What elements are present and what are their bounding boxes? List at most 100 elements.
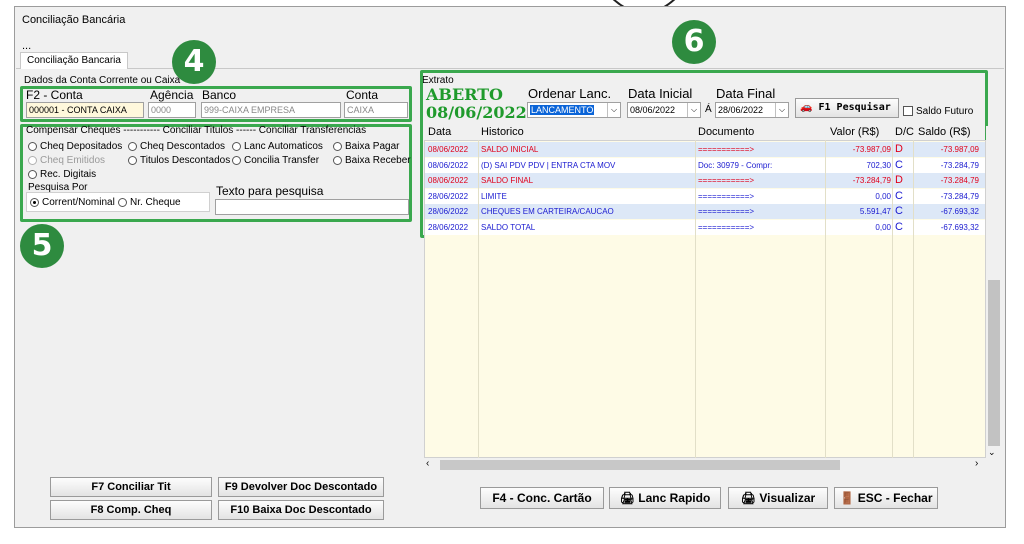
exit-door-icon: 🚪 [839,491,855,505]
cell-documento: ===========> [698,207,755,216]
chevron-down-icon[interactable]: ⌵ [687,103,700,117]
cell-dc: C [895,205,903,217]
radio-circle[interactable] [28,170,37,179]
col-dc[interactable]: D/C [895,126,914,138]
table-row[interactable]: 28/06/2022 LIMITE ===========> 0,00 C -73.284… [425,188,985,204]
lanc-rapido-button[interactable]: 🖨 Lanc Rapido [609,487,721,509]
radio-circle[interactable] [232,142,241,151]
texto-pesquisa-label: Texto para pesquisa [216,184,324,198]
radio-circle[interactable] [333,156,342,165]
tab-conciliacao[interactable]: Conciliação Bancaria [20,52,128,69]
cell-valor: 702,30 [866,160,891,170]
col-valor[interactable]: Valor (R$) [830,126,879,138]
radio-corrent-nominal[interactable]: Corrent/Nominal [30,197,115,208]
radio-circle[interactable] [118,198,127,207]
data-final-picker[interactable]: 28/06/2022 ⌵ [715,102,789,118]
radio-label: Rec. Digitais [40,169,97,180]
data-inicial-picker[interactable]: 08/06/2022 ⌵ [627,102,701,118]
visualizar-label: Visualizar [759,491,816,505]
table-row[interactable]: 08/06/2022 SALDO INICIAL ===========> -73.9… [425,142,985,157]
cell-saldo: -73.284,79 [940,160,979,170]
col-documento[interactable]: Documento [698,126,754,138]
fechar-label: ESC - Fechar [857,491,933,505]
menu-ellipsis[interactable]: ... [22,40,31,52]
cell-documento: ===========> [698,191,755,201]
col-divider [913,140,914,458]
cell-data: 28/06/2022 [428,222,469,232]
col-data[interactable]: Data [428,126,451,138]
cell-saldo: -73.987,09 [940,145,979,154]
saldo-futuro-checkbox[interactable] [903,106,913,116]
cell-data: 08/06/2022 [428,145,469,154]
status-date: 08/06/2022 [426,103,527,122]
vertical-scroll-thumb[interactable] [988,280,1000,446]
radio-circle[interactable] [28,142,37,151]
radio-titulos-descontados[interactable]: Titulos Descontados [128,155,230,166]
ordenar-select[interactable]: LANCAMENTO ⌵ [527,102,621,118]
table-row[interactable]: 28/06/2022 SALDO TOTAL ===========> 0,00 C -6… [425,219,985,235]
horizontal-scroll-thumb[interactable] [440,460,840,470]
data-inicial-value: 08/06/2022 [630,105,676,115]
visualizar-button[interactable]: 🖨 Visualizar [728,487,828,509]
baixa-doc-button[interactable]: F10 Baixa Doc Descontado [218,500,384,520]
cell-saldo: -67.693,32 [940,222,979,232]
saldo-futuro-label: Saldo Futuro [916,106,974,117]
texto-pesquisa-input[interactable] [215,199,409,215]
radio-lanc-automaticos[interactable]: Lanc Automaticos [232,141,323,152]
radio-nr-cheque[interactable]: Nr. Cheque [118,197,181,208]
scroll-down-icon[interactable]: ⌄ [988,447,996,458]
banco-field[interactable]: 999-CAIXA EMPRESA [201,102,341,118]
badge-5: 5 [20,224,64,268]
agencia-field[interactable]: 0000 [148,102,196,118]
radio-concilia-transfer[interactable]: Concilia Transfer [232,155,319,166]
conta-label[interactable]: F2 - Conta [26,88,83,102]
col-saldo[interactable]: Saldo (R$) [918,126,971,138]
table-row[interactable]: 08/06/2022 SALDO FINAL ===========> -73.284… [425,173,985,188]
cell-historico: (D) SAI PDV PDV | ENTRA CTA MOV [481,160,616,170]
cell-dc: C [895,220,903,233]
conta2-label: Conta [346,88,379,102]
col-historico[interactable]: Historico [481,126,524,138]
radio-circle[interactable] [30,198,39,207]
chevron-down-icon[interactable]: ⌵ [607,103,620,117]
radio-cheq-descontados[interactable]: Cheq Descontados [128,141,225,152]
radio-circle[interactable] [128,142,137,151]
radio-baixa-pagar[interactable]: Baixa Pagar [333,141,399,152]
cell-historico: LIMITE [481,191,507,201]
radio-circle[interactable] [232,156,241,165]
scroll-right-icon[interactable]: › [975,458,978,469]
cell-historico: SALDO INICIAL [481,145,539,154]
conta2-field[interactable]: CAIXA [344,102,408,118]
cell-data: 08/06/2022 [428,176,469,185]
conc-cartao-button[interactable]: F4 - Conc. Cartão [480,487,604,509]
search-car-icon: 🚗 [800,102,813,113]
scroll-left-icon[interactable]: ‹ [426,458,429,469]
pesquisar-button[interactable]: 🚗 F1 Pesquisar [795,98,899,118]
chevron-down-icon[interactable]: ⌵ [775,103,788,117]
radio-cheq-emitidos[interactable]: Cheq Emitidos [28,155,105,166]
devolver-doc-button[interactable]: F9 Devolver Doc Descontado [218,477,384,497]
window-title: Conciliação Bancária [22,14,126,26]
tab-strip [16,52,1004,69]
radio-rec-digitais[interactable]: Rec. Digitais [28,169,96,180]
cell-valor: 5.591,47 [859,207,891,216]
options-header: Compensar Cheques ----------- Conciliar … [26,125,367,136]
table-row[interactable]: 28/06/2022 CHEQUES EM CARTEIRA/CAUCAO ====… [425,204,985,219]
radio-circle[interactable] [128,156,137,165]
conta-field[interactable]: 000001 - CONTA CAIXA [26,102,144,118]
conciliar-tit-button[interactable]: F7 Conciliar Tit [50,477,212,497]
radio-label: Corrent/Nominal [42,197,115,208]
radio-cheq-depositados[interactable]: Cheq Depositados [28,141,122,152]
cell-dc: D [895,174,903,186]
fechar-button[interactable]: 🚪 ESC - Fechar [834,487,938,509]
col-divider [892,140,893,458]
cell-historico: SALDO TOTAL [481,222,536,232]
table-row[interactable]: 08/06/2022 (D) SAI PDV PDV | ENTRA CTA MO… [425,157,985,173]
radio-circle[interactable] [333,142,342,151]
radio-label: Cheq Depositados [40,141,123,152]
radio-circle[interactable] [28,156,37,165]
badge-4: 4 [172,40,216,84]
radio-label: Titulos Descontados [140,155,231,166]
comp-cheq-button[interactable]: F8 Comp. Cheq [50,500,212,520]
radio-baixa-receber[interactable]: Baixa Receber [333,155,411,166]
